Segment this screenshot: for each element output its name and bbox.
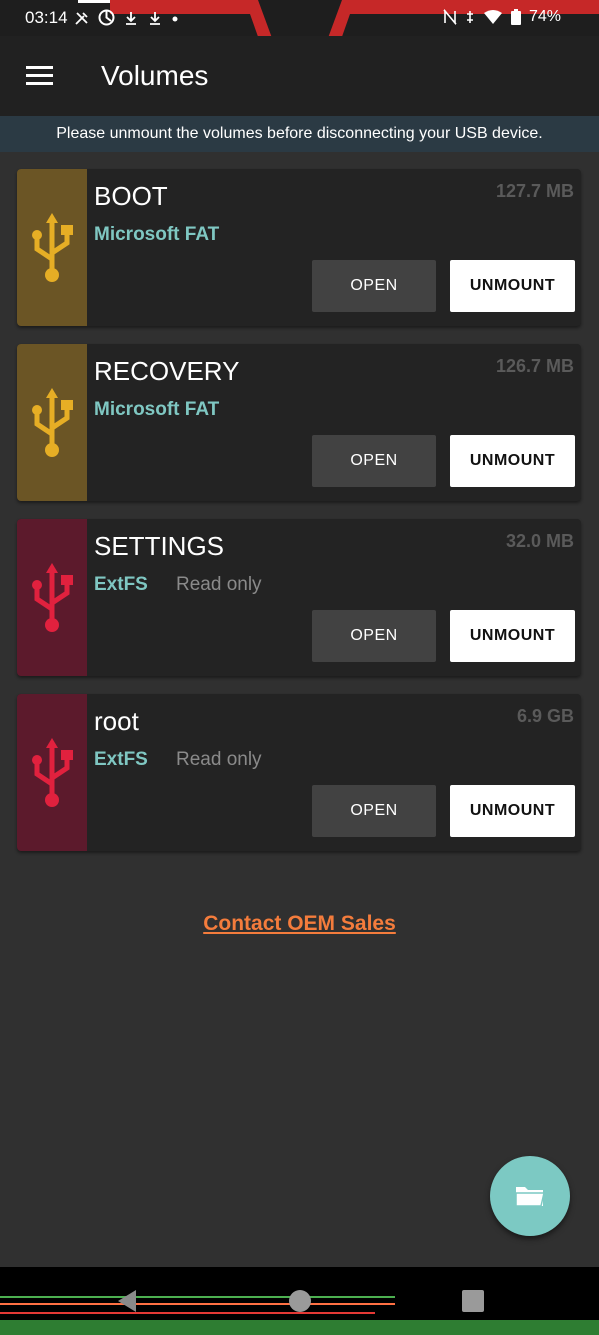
nav-line-orange (0, 1303, 395, 1305)
open-button[interactable]: OPEN (312, 260, 436, 312)
no-tools-icon (75, 11, 88, 25)
volume-name: SETTINGS (94, 531, 225, 561)
battery-percentage: 74% (528, 8, 561, 25)
volume-size: 127.7 MB (495, 181, 574, 201)
nav-line-green (0, 1296, 395, 1298)
volume-color-strip (17, 694, 87, 851)
battery-icon (510, 9, 521, 25)
nav-line-red (0, 1312, 375, 1314)
status-bar: 03:14 74% (0, 0, 599, 48)
status-time: 03:14 (25, 8, 68, 27)
folder-open-icon (515, 1187, 545, 1207)
status-left-icons (74, 9, 179, 26)
volume-filesystem: ExtFS (94, 574, 148, 595)
usb-icon (32, 562, 73, 632)
volume-readonly-label: Read only (176, 749, 262, 770)
home-circle-icon[interactable] (288, 1289, 312, 1313)
volume-name: RECOVERY (94, 356, 240, 386)
download-icon (150, 11, 160, 25)
app-bar: Volumes (0, 36, 599, 116)
volume-card-boot: BOOT 127.7 MB Microsoft FAT OPEN UNMOUNT (17, 169, 581, 326)
status-indicator-line (78, 0, 110, 3)
open-button[interactable]: OPEN (312, 785, 436, 837)
volume-color-strip (17, 519, 87, 676)
wifi-icon (483, 10, 502, 24)
usb-icon (32, 737, 73, 807)
volume-color-strip (17, 169, 87, 326)
unmount-warning-banner: Please unmount the volumes before discon… (0, 116, 599, 152)
hamburger-menu-icon[interactable] (26, 66, 53, 86)
nav-bottom-strip (0, 1320, 599, 1335)
usb-icon (32, 387, 73, 457)
unmount-button[interactable]: UNMOUNT (450, 260, 575, 312)
page-title: Volumes (101, 60, 209, 91)
recents-square-icon[interactable] (462, 1290, 484, 1312)
volume-filesystem: Microsoft FAT (94, 224, 220, 245)
volume-card-settings: SETTINGS 32.0 MB ExtFS Read only OPEN UN… (17, 519, 581, 676)
download-icon (126, 11, 136, 25)
volume-card-root: root 6.9 GB ExtFS Read only OPEN UNMOUNT (17, 694, 581, 851)
usb-icon (32, 212, 73, 282)
open-button[interactable]: OPEN (312, 435, 436, 487)
sync-icon (98, 9, 115, 26)
contact-oem-sales-link[interactable]: Contact OEM Sales (0, 912, 599, 936)
nfc-off-icon (443, 9, 457, 25)
open-folder-fab[interactable] (490, 1156, 570, 1236)
unmount-button[interactable]: UNMOUNT (450, 435, 575, 487)
volume-card-recovery: RECOVERY 126.7 MB Microsoft FAT OPEN UNM… (17, 344, 581, 501)
volume-size: 6.9 GB (516, 706, 574, 726)
status-right-icons: 74% (443, 8, 561, 26)
open-button[interactable]: OPEN (312, 610, 436, 662)
volume-readonly-label: Read only (176, 574, 262, 595)
volume-filesystem: ExtFS (94, 749, 148, 770)
volume-size: 32.0 MB (505, 531, 574, 551)
volume-size: 126.7 MB (495, 356, 574, 376)
volume-name: BOOT (94, 181, 168, 211)
volume-name: root (94, 706, 139, 736)
volume-color-strip (17, 344, 87, 501)
volume-filesystem: Microsoft FAT (94, 399, 220, 420)
vibrate-icon (466, 11, 473, 23)
back-triangle-icon[interactable] (116, 1289, 138, 1313)
dot-icon (172, 16, 178, 21)
unmount-button[interactable]: UNMOUNT (450, 785, 575, 837)
unmount-button[interactable]: UNMOUNT (450, 610, 575, 662)
